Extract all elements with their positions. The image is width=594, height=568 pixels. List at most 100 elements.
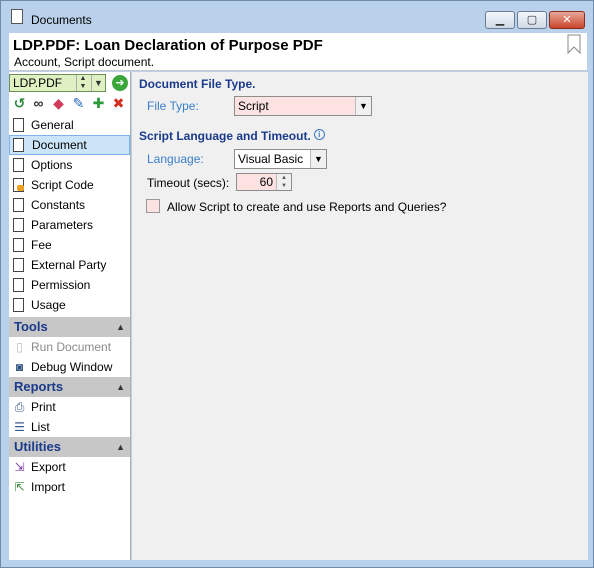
sidebar-item-constants[interactable]: Constants: [9, 195, 130, 215]
sidebar-item-fee[interactable]: Fee: [9, 235, 130, 255]
timeout-spinner[interactable]: ▲ ▼: [276, 174, 291, 190]
page-icon: [13, 198, 24, 212]
sidebar-item-label: General: [31, 118, 74, 132]
language-select[interactable]: Visual Basic ▼: [234, 149, 327, 169]
chevron-up-icon[interactable]: ▲: [116, 317, 125, 337]
sidebar-item-label: Usage: [31, 298, 66, 312]
sidebar-item-script-code[interactable]: Script Code: [9, 175, 130, 195]
record-spin[interactable]: ▲ ▼: [76, 75, 89, 91]
action-label: Debug Window: [31, 360, 113, 374]
sidebar-item-permission[interactable]: Permission: [9, 275, 130, 295]
record-header: LDP.PDF: Loan Declaration of Purpose PDF…: [9, 33, 587, 71]
action-label: List: [31, 420, 50, 434]
language-label: Language:: [147, 152, 204, 166]
sidebar-toolbar: ↺ ∞ ◆ ✎ ✚ ✖: [11, 95, 131, 113]
sidebar-item-parameters[interactable]: Parameters: [9, 215, 130, 235]
spin-up-icon[interactable]: ▲: [77, 75, 89, 83]
sidebar-item-label: Document: [32, 138, 87, 152]
action-label: Run Document: [31, 340, 112, 354]
chevron-down-icon[interactable]: ▼: [310, 150, 326, 168]
eraser-icon[interactable]: ◆: [50, 95, 67, 112]
title-bar: Documents ▁ ▢ ✕: [1, 1, 593, 31]
run-document-action[interactable]: ▯ Run Document: [9, 337, 130, 357]
chevron-down-icon[interactable]: ▼: [355, 97, 371, 115]
debug-window-icon: ◙: [15, 360, 24, 374]
allow-reports-checkbox[interactable]: [146, 199, 160, 213]
page-icon: [13, 298, 24, 312]
sidebar-item-document[interactable]: Document: [9, 135, 130, 155]
debug-window-action[interactable]: ◙ Debug Window: [9, 357, 130, 377]
page-icon: [13, 118, 24, 132]
file-type-select[interactable]: Script ▼: [234, 96, 372, 116]
utilities-section-title: Utilities: [14, 439, 61, 454]
maximize-icon: ▢: [526, 13, 538, 26]
sidebar-item-label: External Party: [31, 258, 107, 272]
page-icon: [13, 158, 24, 172]
record-subtitle: Account, Script document.: [14, 55, 155, 69]
reports-section-header[interactable]: Reports ▲: [9, 377, 130, 397]
list-action[interactable]: ☰ List: [9, 417, 130, 437]
tools-section-title: Tools: [14, 319, 48, 334]
info-icon[interactable]: i: [313, 129, 325, 140]
page-icon: [13, 278, 24, 292]
sidebar-item-label: Options: [31, 158, 73, 172]
spin-up-icon[interactable]: ▲: [277, 174, 291, 182]
minimize-button[interactable]: ▁: [485, 11, 515, 29]
spin-down-icon[interactable]: ▼: [277, 182, 291, 190]
file-type-label: File Type:: [147, 99, 199, 113]
action-label: Export: [31, 460, 66, 474]
action-label: Import: [31, 480, 66, 494]
utilities-section-header[interactable]: Utilities ▲: [9, 437, 130, 457]
sidebar-item-external-party[interactable]: External Party: [9, 255, 130, 275]
script-language-title: Script Language and Timeout.: [139, 129, 311, 143]
record-selector[interactable]: LDP.PDF ▲ ▼ ▼: [9, 74, 106, 92]
binoculars-icon[interactable]: ∞: [30, 95, 47, 112]
go-arrow-icon[interactable]: ➜: [112, 75, 128, 91]
import-action[interactable]: ⇱ Import: [9, 477, 130, 497]
history-icon[interactable]: ↺: [11, 95, 28, 112]
script-icon: [13, 178, 24, 192]
page-icon: [13, 258, 24, 272]
page-icon: ▯: [16, 340, 23, 354]
nav-list: General Document Options Script Code Con…: [9, 115, 130, 497]
chevron-up-icon[interactable]: ▲: [116, 377, 125, 397]
sidebar-item-label: Constants: [31, 198, 86, 212]
timeout-label: Timeout (secs):: [147, 176, 230, 190]
language-value: Visual Basic: [238, 152, 304, 166]
print-action[interactable]: ⎙ Print: [9, 397, 130, 417]
export-action[interactable]: ⇲ Export: [9, 457, 130, 477]
document-panel: Document File Type. File Type: Script ▼ …: [132, 72, 588, 560]
maximize-button[interactable]: ▢: [517, 11, 547, 29]
sidebar-item-general[interactable]: General: [9, 115, 130, 135]
pencil-icon[interactable]: ✎: [70, 95, 87, 112]
action-label: Print: [31, 400, 56, 414]
delete-icon[interactable]: ✖: [110, 95, 127, 112]
import-icon: ⇱: [14, 480, 25, 494]
printer-icon: ⎙: [14, 400, 25, 414]
script-language-heading: Script Language and Timeout. i: [139, 129, 325, 143]
sidebar-item-label: Script Code: [31, 178, 94, 192]
export-icon: ⇲: [14, 460, 25, 474]
page-icon: [13, 218, 24, 232]
sidebar: LDP.PDF ▲ ▼ ▼ ➜ ↺ ∞ ◆ ✎ ✚ ✖ General Docu…: [9, 72, 131, 560]
list-icon: ☰: [14, 420, 25, 434]
chevron-down-icon[interactable]: ▼: [91, 75, 105, 91]
timeout-value: 60: [259, 175, 273, 189]
bookmark-icon[interactable]: [567, 34, 581, 54]
window-title: Documents: [31, 13, 92, 27]
documents-window: Documents ▁ ▢ ✕ LDP.PDF: Loan Declaratio…: [0, 0, 594, 568]
spin-down-icon[interactable]: ▼: [77, 83, 89, 91]
minimize-icon: ▁: [495, 13, 505, 26]
sidebar-item-label: Fee: [31, 238, 52, 252]
page-icon: [13, 138, 24, 152]
record-title: LDP.PDF: Loan Declaration of Purpose PDF: [13, 37, 323, 54]
sidebar-item-options[interactable]: Options: [9, 155, 130, 175]
plus-icon[interactable]: ✚: [90, 95, 107, 112]
close-button[interactable]: ✕: [549, 11, 585, 29]
sidebar-item-label: Permission: [31, 278, 91, 292]
chevron-up-icon[interactable]: ▲: [116, 437, 125, 457]
sidebar-item-usage[interactable]: Usage: [9, 295, 130, 315]
close-icon: ✕: [562, 13, 572, 26]
timeout-input[interactable]: 60 ▲ ▼: [236, 173, 292, 191]
tools-section-header[interactable]: Tools ▲: [9, 317, 130, 337]
